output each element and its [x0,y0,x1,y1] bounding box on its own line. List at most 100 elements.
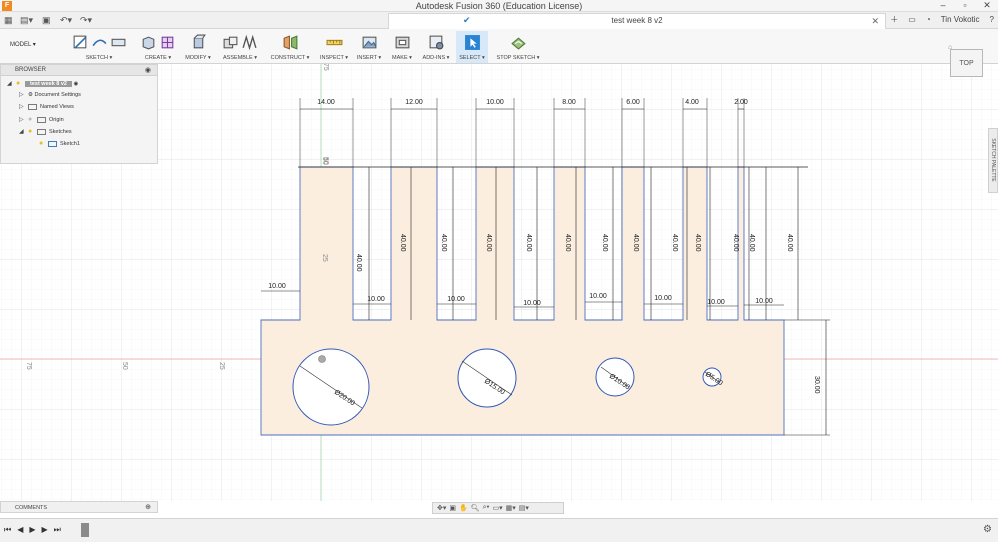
modify-group[interactable]: MODIFY ▾ [184,31,212,63]
construct-group[interactable]: CONSTRUCT ▾ [268,31,312,63]
tree-root[interactable]: ◢ ● test week 8 v2 ◉ [7,78,78,89]
visibility-bulb-icon[interactable]: ● [28,126,37,137]
visibility-bulb-icon[interactable]: ● [16,78,25,89]
collapse-icon[interactable]: ▷ [19,90,28,101]
addins-group[interactable]: ADD-INS ▾ [420,31,452,63]
pan-icon[interactable]: ✋ [459,504,468,512]
joint-icon[interactable] [241,34,258,51]
viewcube[interactable]: TOP [950,49,983,77]
press-pull-icon[interactable] [190,34,207,51]
height-dimension-40-b[interactable]: 40.00 [399,234,406,252]
select-group[interactable]: SELECT ▾ [456,31,488,63]
sketch-group[interactable]: SKETCH ▾ [64,31,134,63]
visibility-bulb-icon[interactable]: ● [28,114,37,125]
collapse-icon[interactable]: ▷ [19,115,28,126]
height-dimension-40-e[interactable]: 40.00 [525,234,532,252]
width-dimension-4[interactable]: 4.00 [685,99,699,106]
minimize-button[interactable]: – [936,0,950,11]
box-icon[interactable] [140,34,157,51]
tree-item-sketch1[interactable]: ● Sketch1 [39,138,80,149]
height-dimension-40-i[interactable]: 40.00 [671,234,678,252]
gap-dimension-7[interactable]: 10.00 [755,298,773,305]
comments-panel[interactable]: COMMENTS ⊕ [0,501,158,513]
document-tab[interactable]: ✔ test week 8 v2 ✕ [388,13,886,29]
job-status-icon[interactable]: ▭ [908,15,916,24]
gap-dimension-2[interactable]: 10.00 [447,296,465,303]
visibility-bulb-icon[interactable]: ● [39,138,48,149]
width-dimension-10[interactable]: 10.00 [486,99,504,106]
clock-icon[interactable]: ◔ [926,15,931,24]
browser-header[interactable]: BROWSER ◉ [1,65,157,76]
line-icon[interactable] [91,34,108,51]
go-to-end-icon[interactable]: ⏭ [54,525,61,535]
expand-icon[interactable]: ◢ [19,127,28,138]
measure-icon[interactable] [326,34,343,51]
go-to-start-icon[interactable]: ⏮ [4,525,11,535]
gap-dimension-5[interactable]: 10.00 [654,295,672,302]
rectangle-icon[interactable] [110,34,127,51]
viewports-icon[interactable]: ▤▾ [519,504,529,512]
step-back-icon[interactable]: ◀ [17,525,23,535]
add-comment-icon[interactable]: ⊕ [145,502,151,514]
collapse-icon[interactable]: ▷ [19,102,28,113]
activate-radio-icon[interactable]: ◉ [74,81,79,87]
gap-dimension-6[interactable]: 10.00 [707,299,725,306]
pin-icon[interactable]: ◉ [145,65,151,76]
timeline-settings-gear-icon[interactable]: ⚙ [983,524,992,535]
help-icon[interactable]: ? [990,15,994,24]
insert-image-icon[interactable] [361,34,378,51]
new-tab-icon[interactable]: ＋ [890,14,898,25]
width-dimension-12[interactable]: 12.00 [405,99,423,106]
height-dimension-40-j[interactable]: 40.00 [694,234,701,252]
offset-plane-icon[interactable] [282,34,299,51]
sketch-icon[interactable] [72,34,89,51]
height-dimension-40-m[interactable]: 40.00 [786,234,793,252]
make-group[interactable]: MAKE ▾ [388,31,416,63]
look-at-icon[interactable]: ▣ [449,504,456,512]
grid-settings-icon[interactable]: ▦▾ [506,504,516,512]
orbit-icon[interactable]: ✥▾ [437,504,446,512]
tree-item-sketches[interactable]: ◢ ● Sketches [19,126,72,137]
3d-print-icon[interactable] [394,34,411,51]
height-dimension-40-h[interactable]: 40.00 [632,234,639,252]
height-dimension-40-c[interactable]: 40.00 [440,234,447,252]
user-name[interactable]: Tin Vokotic [941,15,980,24]
tree-item-origin[interactable]: ▷ ● Origin [19,114,64,125]
assemble-group[interactable]: ASSEMBLE ▾ [218,31,262,63]
width-dimension-2[interactable]: 2.00 [734,99,748,106]
form-icon[interactable] [159,34,176,51]
new-component-icon[interactable] [222,34,239,51]
restore-button[interactable]: ▫ [958,0,972,11]
inspect-group[interactable]: INSPECT ▾ [316,31,352,63]
step-forward-icon[interactable]: ▶ [42,525,48,535]
select-cursor-icon[interactable] [464,34,481,51]
width-dimension-6[interactable]: 6.00 [626,99,640,106]
height-dimension-40-f[interactable]: 40.00 [564,234,571,252]
origin-point-icon[interactable] [318,355,326,363]
workspace-switcher[interactable]: MODEL ▾ [10,41,36,48]
height-dimension-40-l[interactable]: 40.00 [748,234,755,252]
save-icon[interactable]: ▣ [42,15,51,26]
fit-icon[interactable]: ⌕▾ [483,504,490,512]
close-tab-icon[interactable]: ✕ [871,16,879,27]
width-dimension-14[interactable]: 14.00 [317,99,335,106]
expand-icon[interactable]: ◢ [7,79,16,90]
tree-item-named-views[interactable]: ▷ Named Views [19,102,74,113]
play-icon[interactable]: ▶ [29,525,35,535]
height-dimension-40-a[interactable]: 40.00 [355,254,362,272]
insert-group[interactable]: INSERT ▾ [354,31,384,63]
file-menu-icon[interactable]: ▤▾ [20,15,33,26]
display-settings-icon[interactable]: ▭▾ [493,504,503,512]
stop-sketch-group[interactable]: STOP SKETCH ▾ [494,31,542,63]
create-group[interactable]: CREATE ▾ [136,31,180,63]
gap-dimension-1[interactable]: 10.00 [367,296,385,303]
gap-dimension-4[interactable]: 10.00 [589,293,607,300]
scripts-icon[interactable] [428,34,445,51]
left-step-dimension[interactable]: 10.00 [268,283,286,290]
redo-icon[interactable]: ↷▾ [80,15,92,26]
gap-dimension-3[interactable]: 10.00 [523,300,541,307]
width-dimension-8[interactable]: 8.00 [562,99,576,106]
home-view-icon[interactable]: ⌂ [948,44,952,51]
sketch-palette-tab[interactable]: SKETCH PALETTE [988,128,998,193]
height-dimension-40-d[interactable]: 40.00 [485,234,492,252]
